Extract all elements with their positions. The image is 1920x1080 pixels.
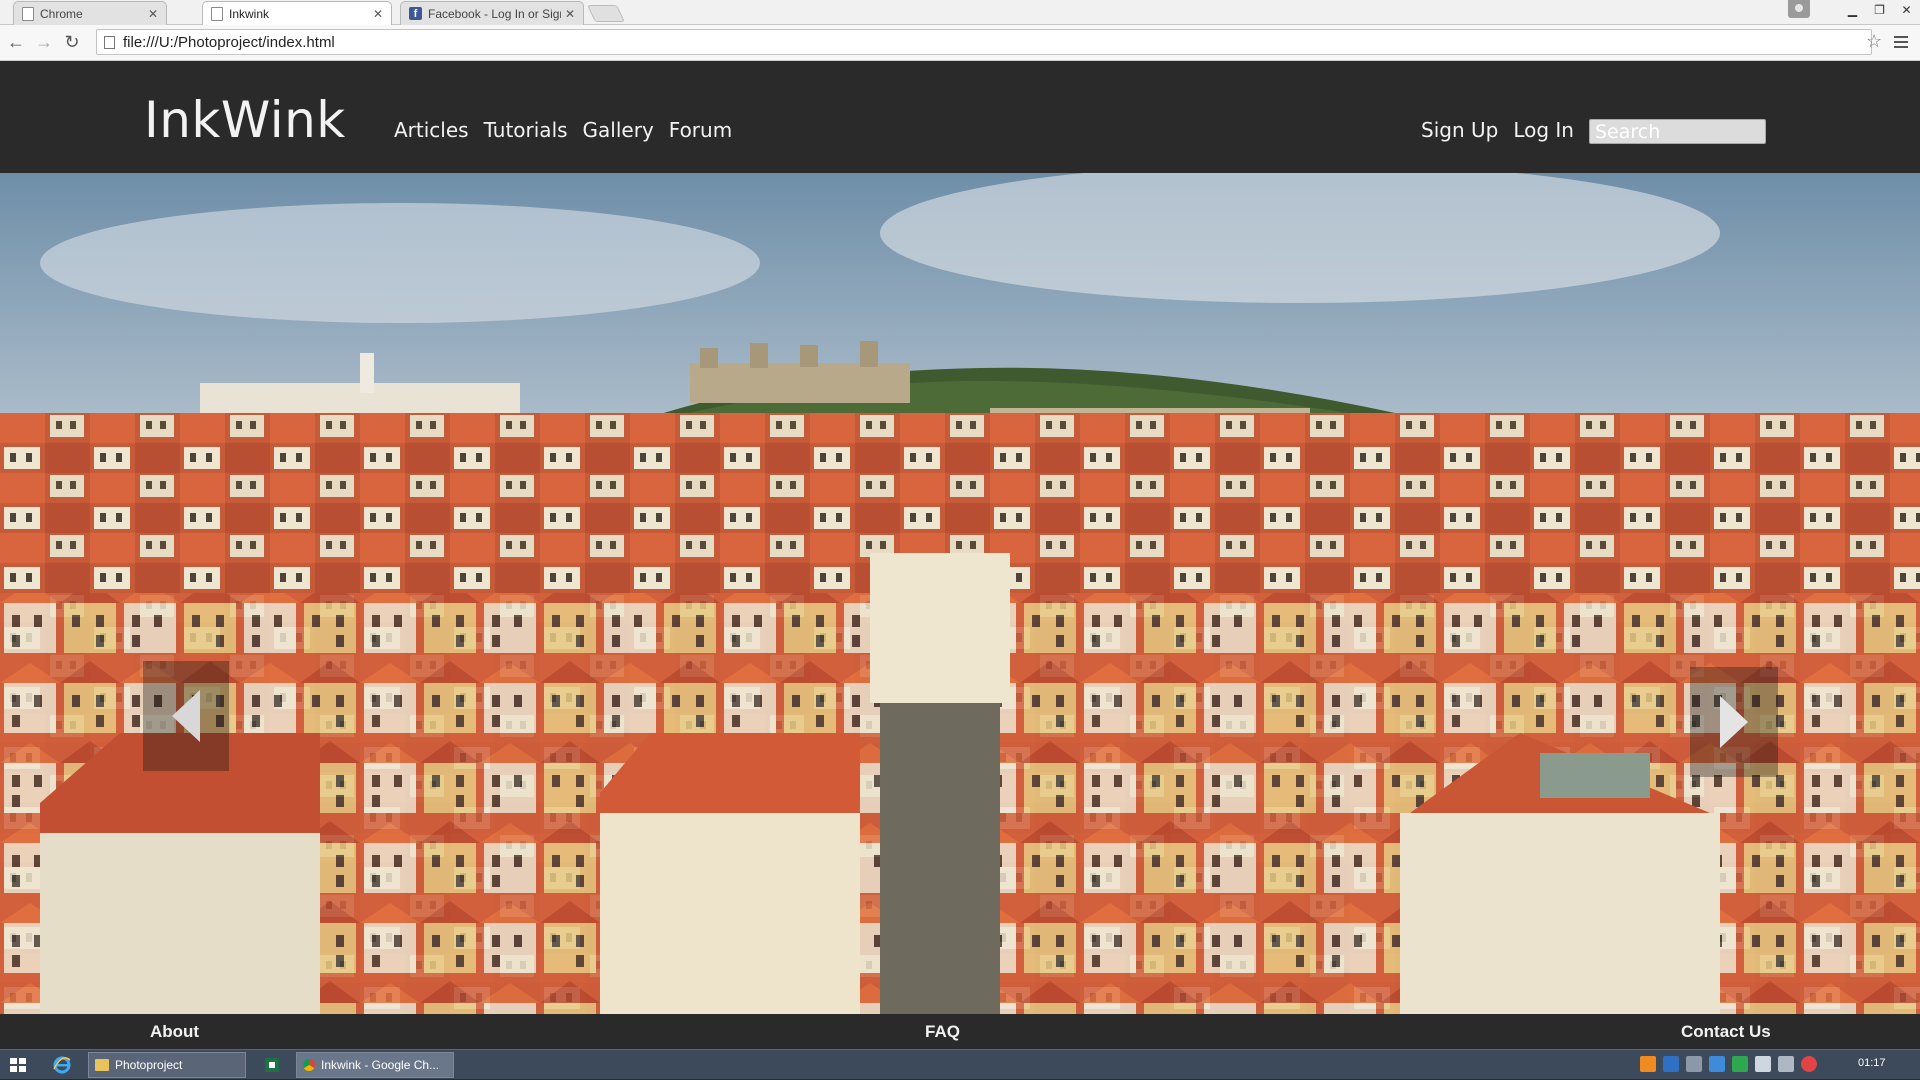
tab-inkwink[interactable]: Inkwink ✕ <box>202 1 392 26</box>
nav-forum[interactable]: Forum <box>669 118 732 142</box>
footer-about-link[interactable]: About <box>150 1022 199 1042</box>
bookmark-star-icon[interactable]: ☆ <box>1866 31 1882 52</box>
tab-facebook[interactable]: f Facebook - Log In or Sign ✕ <box>400 1 584 25</box>
slider-prev-button[interactable] <box>143 661 229 771</box>
close-icon[interactable]: ✕ <box>565 7 575 21</box>
chevron-left-icon <box>172 690 200 742</box>
site-header: InkWink Articles Tutorials Gallery Forum… <box>0 61 1920 173</box>
task-label: Inkwink - Google Ch... <box>321 1058 440 1072</box>
facebook-icon: f <box>409 7 422 20</box>
new-tab-button[interactable] <box>587 5 625 22</box>
page-icon <box>22 6 34 21</box>
footer-contact-link[interactable]: Contact Us <box>1681 1022 1771 1042</box>
volume-icon[interactable] <box>1801 1056 1817 1072</box>
minimize-icon[interactable]: ▁ <box>1839 0 1866 20</box>
slider-next-button[interactable] <box>1690 667 1778 777</box>
flag-icon[interactable] <box>1755 1056 1771 1072</box>
browser-tabstrip: Chrome ✕ Inkwink ✕ f Facebook - Log In o… <box>0 0 1920 26</box>
app-tray-icon[interactable] <box>1686 1056 1702 1072</box>
hero-image <box>0 173 1920 1014</box>
main-nav: Articles Tutorials Gallery Forum <box>394 118 732 142</box>
page-icon <box>211 7 223 21</box>
taskbar-clock[interactable]: 01:17 <box>1858 1057 1886 1069</box>
search-input[interactable] <box>1589 119 1766 144</box>
tab-label: Chrome <box>40 6 83 21</box>
tab-label: Facebook - Log In or Sign <box>428 6 561 21</box>
login-link[interactable]: Log In <box>1513 118 1574 142</box>
close-icon[interactable]: ✕ <box>373 7 383 21</box>
close-window-icon[interactable]: ✕ <box>1893 0 1920 20</box>
site-logo[interactable]: InkWink <box>144 91 346 149</box>
signup-link[interactable]: Sign Up <box>1421 118 1498 142</box>
nav-tutorials[interactable]: Tutorials <box>484 118 568 142</box>
excel-icon[interactable] <box>262 1055 282 1075</box>
address-url[interactable]: file:///U:/Photoproject/index.html <box>123 34 335 51</box>
taskbar: Photoproject Inkwink - Google Ch... 01:1… <box>0 1049 1920 1079</box>
taskbar-item-photoproject[interactable]: Photoproject <box>88 1052 246 1078</box>
back-icon[interactable]: ← <box>4 31 28 55</box>
footer-faq-link[interactable]: FAQ <box>925 1022 960 1042</box>
hero-slider <box>0 173 1920 1014</box>
app-tray-icon[interactable] <box>1663 1056 1679 1072</box>
profile-icon[interactable] <box>1788 0 1810 18</box>
nav-gallery[interactable]: Gallery <box>583 118 654 142</box>
window-controls: ▁ ❐ ✕ <box>1839 0 1920 20</box>
address-bar[interactable]: file:///U:/Photoproject/index.html <box>96 29 1872 55</box>
system-tray <box>1640 1056 1817 1072</box>
browser-toolbar: ← → ↻ file:///U:/Photoproject/index.html… <box>0 25 1920 61</box>
app-tray-icon[interactable] <box>1732 1056 1748 1072</box>
close-icon[interactable]: ✕ <box>148 7 158 21</box>
menu-icon[interactable] <box>1894 30 1914 54</box>
app-tray-icon[interactable] <box>1640 1056 1656 1072</box>
site-footer: About FAQ Contact Us <box>0 1014 1920 1049</box>
auth-nav: Sign Up Log In <box>1421 118 1574 142</box>
restore-icon[interactable]: ❐ <box>1866 0 1893 20</box>
internet-explorer-icon[interactable] <box>52 1055 72 1075</box>
taskbar-item-chrome[interactable]: Inkwink - Google Ch... <box>296 1052 454 1078</box>
network-icon[interactable] <box>1778 1056 1794 1072</box>
start-button[interactable] <box>10 1058 26 1072</box>
folder-icon <box>95 1059 109 1071</box>
chrome-icon <box>303 1059 315 1071</box>
reload-icon[interactable]: ↻ <box>60 31 84 55</box>
chevron-right-icon <box>1720 696 1748 748</box>
tab-chrome[interactable]: Chrome ✕ <box>13 1 167 25</box>
app-tray-icon[interactable] <box>1709 1056 1725 1072</box>
tab-label: Inkwink <box>229 7 270 21</box>
page-icon <box>104 35 115 49</box>
forward-icon[interactable]: → <box>32 31 56 55</box>
task-label: Photoproject <box>115 1058 183 1072</box>
nav-articles[interactable]: Articles <box>394 118 469 142</box>
